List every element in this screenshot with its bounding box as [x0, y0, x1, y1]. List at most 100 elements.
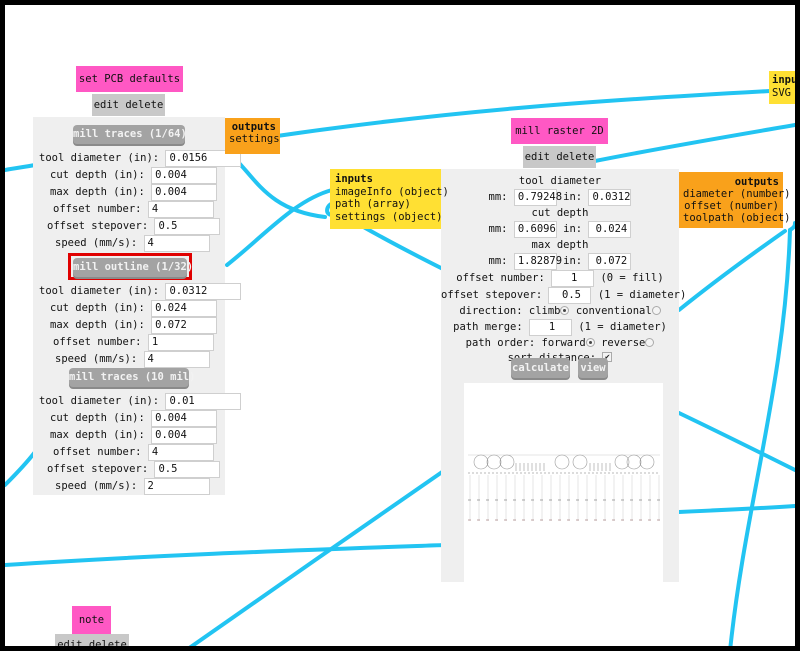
cut-depth-input[interactable]: 0.024: [151, 300, 218, 317]
mill-traces-164-button[interactable]: mill traces (1/64): [73, 125, 187, 144]
output-port-toolpath[interactable]: toolpath (object): [683, 212, 790, 224]
max-depth-row: mm: 1.82879 in: 0.072: [441, 253, 679, 270]
offset-number-input[interactable]: 1: [147, 334, 214, 351]
mm-label: mm:: [488, 223, 508, 235]
mill-raster-outputs: outputs diameter (number) offset (number…: [679, 172, 790, 228]
pcb-defaults-edit-bar: edit delete: [92, 94, 165, 116]
wire-settings-down[interactable]: [358, 223, 447, 272]
wire-settings-to-raster-settings[interactable]: [225, 149, 327, 219]
input-port-settings[interactable]: settings (object): [335, 211, 442, 224]
in-label: in:: [563, 191, 583, 203]
input-port-imageinfo[interactable]: imageInfo (object): [335, 186, 449, 199]
speed-input[interactable]: 4: [143, 235, 210, 252]
mm-label: mm:: [488, 191, 508, 203]
path-merge-input[interactable]: 1: [529, 319, 573, 336]
field-row: tool diameter (in): 0.0156: [39, 150, 242, 167]
toolpath-preview-graphic: [468, 454, 660, 521]
wire-right-diag[interactable]: [677, 411, 795, 472]
mill-traces-10mil-button[interactable]: mill traces (10 mil): [69, 368, 195, 387]
offset-stepover-input[interactable]: 0.5: [548, 287, 592, 304]
toolpath-preview[interactable]: [464, 383, 663, 582]
tool-diameter-in-input[interactable]: 0.0312: [588, 189, 632, 206]
wire-toolpath-loop[interactable]: [677, 229, 787, 312]
field-label: offset stepover:: [47, 463, 149, 475]
wire-edit-to-right[interactable]: [588, 123, 795, 164]
wire-toolpath-down[interactable]: [728, 228, 792, 646]
mill-raster-title[interactable]: mill raster 2D: [511, 118, 608, 144]
offset-stepover-input[interactable]: 0.5: [154, 218, 221, 235]
cut-depth-mm-input[interactable]: 0.6096: [513, 221, 557, 238]
calculate-button[interactable]: calculate: [511, 358, 570, 378]
mill-outline-132-button[interactable]: mill outline (1/32): [73, 258, 193, 277]
field-label: max depth (in):: [50, 186, 145, 198]
field-label: tool diameter (in):: [39, 395, 160, 407]
output-port-settings[interactable]: settings: [229, 133, 280, 145]
offset-number-input[interactable]: 4: [147, 444, 214, 461]
tool-diameter-mm-input[interactable]: 0.79248: [513, 189, 562, 206]
offset-number-input[interactable]: 1: [551, 270, 595, 287]
direction-label: direction:: [459, 305, 523, 317]
direction-climb-radio[interactable]: [560, 305, 570, 315]
direction-climb-label: climb: [528, 305, 561, 317]
wire-right-edge[interactable]: [788, 221, 795, 232]
inputs-header: inpu: [772, 74, 795, 86]
field-label: cut depth (in):: [50, 169, 145, 181]
path-order-forward-radio[interactable]: [585, 337, 595, 347]
output-port-offset[interactable]: offset (number): [683, 200, 779, 212]
note-edit-button[interactable]: edit: [57, 639, 82, 646]
pcb-defaults-edit-button[interactable]: edit: [94, 99, 119, 111]
tool-diameter-label: tool diameter: [518, 175, 602, 187]
offset-number-label: offset number:: [456, 272, 545, 284]
speed-input[interactable]: 2: [143, 478, 210, 495]
pcb-defaults-outputs: outputs settings: [225, 118, 280, 154]
max-depth-input[interactable]: 0.004: [151, 184, 218, 201]
wire-left-to-pcb[interactable]: [5, 163, 37, 172]
path-merge-row: path merge: 1 (1 = diameter): [441, 319, 679, 336]
output-port-diameter[interactable]: diameter (number): [683, 188, 790, 200]
offset-number-input[interactable]: 4: [147, 201, 214, 218]
offset-stepover-input[interactable]: 0.5: [154, 461, 221, 478]
wire-left-lower[interactable]: [5, 450, 37, 487]
mill-raster-delete-button[interactable]: delete: [556, 151, 594, 163]
field-row: max depth (in): 0.004: [50, 184, 218, 201]
canvas[interactable]: set PCB defaults edit delete outputs set…: [5, 5, 795, 646]
path-merge-label: path merge:: [453, 321, 523, 333]
speed-input[interactable]: 4: [143, 351, 210, 368]
path-merge-hint: (1 = diameter): [578, 321, 667, 333]
max-depth-input[interactable]: 0.004: [151, 427, 218, 444]
wire-bottom-left[interactable]: [185, 468, 447, 646]
view-button[interactable]: view: [578, 358, 608, 378]
wire-horizontal-lower[interactable]: [5, 543, 447, 567]
field-row: cut depth (in): 0.004: [50, 410, 218, 427]
tool-diameter-input[interactable]: 0.01: [165, 393, 242, 410]
wire-right-horizontal[interactable]: [677, 504, 795, 514]
max-depth-in-input[interactable]: 0.072: [588, 253, 632, 270]
cut-depth-input[interactable]: 0.004: [151, 167, 218, 184]
field-row: cut depth (in): 0.004: [50, 167, 218, 184]
cut-depth-input[interactable]: 0.004: [151, 410, 218, 427]
mill-raster-panel: tool diameter mm: 0.79248 in: 0.0312 cut…: [441, 169, 686, 582]
note-title[interactable]: note: [72, 606, 111, 634]
wire-pcb-to-imageinfo[interactable]: [225, 188, 334, 267]
field-row: offset number: 1: [53, 334, 214, 351]
pcb-defaults-delete-button[interactable]: delete: [125, 99, 163, 111]
max-depth-mm-input[interactable]: 1.82879: [513, 253, 562, 270]
direction-conventional-radio[interactable]: [651, 305, 661, 315]
cut-depth-in-input[interactable]: 0.024: [588, 221, 632, 238]
cut-depth-row: mm: 0.6096 in: 0.024: [441, 221, 679, 238]
field-row: cut depth (in): 0.024: [50, 300, 218, 317]
field-row: offset stepover: 0.5: [47, 218, 221, 235]
mill-raster-edit-button[interactable]: edit: [525, 151, 550, 163]
tool-diameter-input[interactable]: 0.0312: [165, 283, 242, 300]
path-order-reverse-radio[interactable]: [645, 337, 655, 347]
note-delete-button[interactable]: delete: [89, 639, 127, 646]
field-label: offset stepover:: [47, 220, 149, 232]
input-port-path[interactable]: path (array): [335, 198, 436, 211]
cut-depth-label: cut depth: [531, 207, 589, 219]
pcb-defaults-title[interactable]: set PCB defaults: [76, 66, 183, 92]
input-port-svg[interactable]: SVG: [772, 87, 795, 100]
field-row: offset number: 4: [53, 201, 214, 218]
field-label: max depth (in):: [50, 429, 145, 441]
mill-raster-inputs: inputs imageInfo (object) path (array) s…: [330, 169, 449, 229]
max-depth-input[interactable]: 0.072: [151, 317, 218, 334]
